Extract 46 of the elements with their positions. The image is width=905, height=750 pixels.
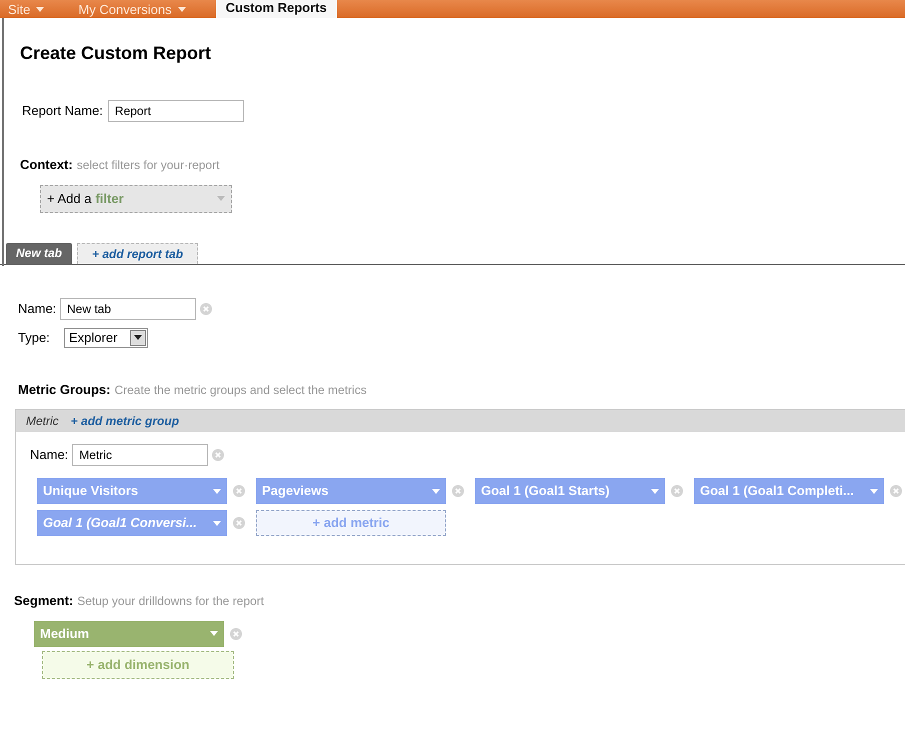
- caret-icon: [651, 488, 659, 494]
- input-field[interactable]: Report: [108, 100, 244, 122]
- caret-icon: [213, 488, 221, 494]
- input-field[interactable]: New tab: [60, 298, 196, 320]
- field-label: Report Name:: [22, 102, 103, 120]
- type-select[interactable]: Explorer: [64, 328, 148, 348]
- nav-tab[interactable]: Custom Reports: [216, 0, 337, 18]
- section-hint: Create the metric groups and select the metrics: [114, 382, 367, 398]
- caret-icon: [217, 196, 225, 201]
- nav-tab[interactable]: Site: [4, 0, 48, 18]
- caret-icon: [134, 335, 142, 340]
- metric-group-tab[interactable]: Metric: [26, 412, 59, 430]
- remove-icon[interactable]: [671, 485, 683, 497]
- field-label: Type:: [18, 328, 51, 347]
- remove-icon[interactable]: [233, 517, 245, 529]
- report-tab[interactable]: New tab: [6, 242, 72, 264]
- metric-dropdown[interactable]: Goal 1 (Goal1 Completi...: [694, 478, 884, 504]
- remove-icon[interactable]: [233, 485, 245, 497]
- caret-icon: [870, 488, 878, 494]
- section-label: Context:: [20, 156, 73, 174]
- add-metric-group-link[interactable]: + add metric group: [70, 412, 180, 430]
- remove-icon[interactable]: [200, 302, 212, 314]
- caret-icon: [213, 520, 221, 526]
- section-label: Metric Groups:: [18, 380, 110, 399]
- nav-tab[interactable]: My Conversions: [74, 0, 190, 18]
- metric-dropdown[interactable]: Pageviews: [256, 478, 446, 504]
- remove-icon[interactable]: [890, 485, 902, 497]
- section-hint: select filters for your·report: [76, 157, 220, 174]
- caret-icon: [432, 488, 440, 494]
- section-hint: Setup your drilldowns for the report: [77, 593, 264, 610]
- metric-dropdown[interactable]: Unique Visitors: [37, 478, 227, 504]
- remove-icon[interactable]: [452, 485, 464, 497]
- caret-icon: [210, 631, 218, 636]
- caret-icon: [178, 6, 186, 12]
- metric-dropdown[interactable]: Goal 1 (Goal1 Starts): [475, 478, 665, 504]
- field-label: Name:: [18, 300, 56, 318]
- page-title: Create Custom Report: [20, 42, 212, 65]
- input-field[interactable]: Metric: [72, 444, 208, 466]
- section-label: Segment:: [14, 592, 74, 610]
- add-filter-dropdown[interactable]: + Add a filter: [40, 184, 232, 212]
- add-report-tab[interactable]: + add report tab: [77, 242, 198, 264]
- remove-icon[interactable]: [212, 449, 224, 461]
- field-label: Name:: [30, 446, 68, 464]
- remove-icon[interactable]: [230, 628, 242, 640]
- caret-icon: [36, 6, 44, 12]
- metric-dropdown[interactable]: Goal 1 (Goal1 Conversi...: [37, 510, 227, 536]
